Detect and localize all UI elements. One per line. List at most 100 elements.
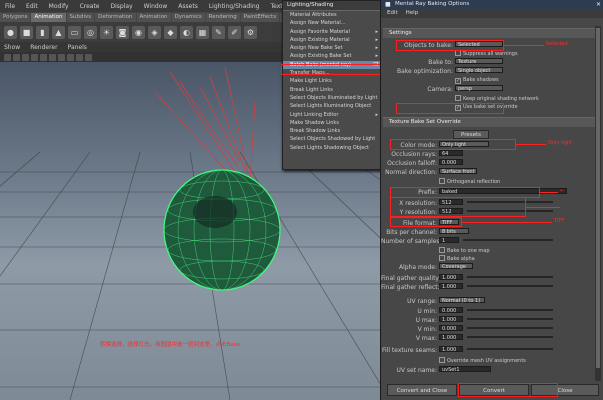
occlusion-rays-field[interactable]: 64 xyxy=(439,150,463,157)
scrollbar-thumb[interactable] xyxy=(596,28,600,368)
menu-item-make-shadow-links[interactable]: Make Shadow Links xyxy=(283,119,381,127)
orthogonal-checkbox[interactable]: Orthogonal reflection xyxy=(439,178,500,185)
fill-seams-field[interactable]: 1.000 xyxy=(439,346,463,353)
isolate-icon[interactable] xyxy=(76,53,83,61)
shelf-tab-rendering[interactable]: Rendering xyxy=(205,12,240,22)
menu-assets[interactable]: Assets xyxy=(173,3,203,10)
smooth-shade-icon[interactable] xyxy=(40,53,47,61)
number-of-samples-field[interactable]: 1 xyxy=(439,237,459,244)
cylinder-icon[interactable]: ▮ xyxy=(36,25,49,39)
shelf-tab-subdivs[interactable]: Subdivs xyxy=(66,12,95,22)
select-camera-icon[interactable] xyxy=(4,53,11,61)
u-max-field[interactable]: 1.000 xyxy=(439,316,463,323)
final-gather-quality-field[interactable]: 1.000 xyxy=(439,274,463,281)
final-gather-reflect-field[interactable]: 1.000 xyxy=(439,283,463,290)
occlusion-falloff-field[interactable]: 0.000 xyxy=(439,159,463,166)
menu-item-break-shadow-links[interactable]: Break Shadow Links xyxy=(283,127,381,135)
menu-item-assign-existing-bake-set[interactable]: Assign Existing Bake Set ▸ xyxy=(283,52,381,60)
suppress-warnings-checkbox[interactable]: Suppress all warnings xyxy=(455,50,518,57)
normal-direction-select[interactable]: Surface front xyxy=(439,168,477,175)
uv-set-name-field[interactable]: uvSet1 xyxy=(439,366,491,373)
menu-item-make-light-links[interactable]: Make Light Links xyxy=(283,77,381,85)
grid-icon[interactable] xyxy=(22,53,29,61)
u-min-field[interactable]: 0.000 xyxy=(439,307,463,314)
settings-section-header[interactable]: Settings xyxy=(383,28,599,38)
torus-icon[interactable]: ◎ xyxy=(84,25,97,39)
plane-icon[interactable]: ▭ xyxy=(68,25,81,39)
render-icon[interactable]: ◉ xyxy=(132,25,145,39)
menu-title[interactable]: Lighting/Shading xyxy=(283,1,381,11)
bake-to-select[interactable]: Texture xyxy=(455,58,503,65)
shadows-icon[interactable] xyxy=(67,53,74,61)
ipr-icon[interactable]: ◈ xyxy=(148,25,161,39)
override-section-header[interactable]: Texture Bake Set Override xyxy=(383,117,599,127)
menu-item-select-lights-shadowing-object[interactable]: Select Lights Shadowing Object xyxy=(283,144,381,152)
settings-icon[interactable]: ⚙ xyxy=(244,25,257,39)
bake-alpha-checkbox[interactable]: Bake alpha xyxy=(439,255,475,262)
menu-item-material-attributes[interactable]: Material Attributes xyxy=(283,11,381,19)
bits-per-channel-select[interactable]: 8 bits xyxy=(439,228,469,235)
alpha-mode-select[interactable]: Coverage xyxy=(439,263,473,270)
convert-and-close-button[interactable]: Convert and Close xyxy=(387,384,457,396)
menu-item-assign-new-bake-set[interactable]: Assign New Bake Set ▸ xyxy=(283,44,381,52)
menu-window[interactable]: Window xyxy=(139,3,173,10)
v-min-field[interactable]: 0.000 xyxy=(439,325,463,332)
keep-original-checkbox[interactable]: Keep original shading network xyxy=(455,95,539,102)
bake-optimization-select[interactable]: Single object xyxy=(455,67,503,74)
v-min-slider[interactable] xyxy=(467,327,553,329)
paint-icon[interactable]: ✎ xyxy=(212,25,225,39)
viewport-menu-panels[interactable]: Panels xyxy=(68,44,87,51)
light-icon[interactable]: ☀ xyxy=(100,25,113,39)
menu-item-select-objects-illuminated-by-light[interactable]: Select Objects Illuminated by Light xyxy=(283,94,381,102)
cube-icon[interactable]: ■ xyxy=(20,25,33,39)
final-gather-reflect-slider[interactable] xyxy=(467,285,553,287)
u-max-slider[interactable] xyxy=(467,318,553,320)
samples-slider[interactable] xyxy=(463,239,553,241)
menu-create[interactable]: Create xyxy=(75,3,105,10)
v-max-field[interactable]: 1.000 xyxy=(439,334,463,341)
viewport-menu-renderer[interactable]: Renderer xyxy=(30,44,57,51)
shelf-tab-animation[interactable]: Animation xyxy=(136,12,171,22)
menu-item-assign-existing-material[interactable]: Assign Existing Material ▸ xyxy=(283,36,381,44)
menu-item-break-light-links[interactable]: Break Light Links xyxy=(283,86,381,94)
wireframe-icon[interactable] xyxy=(31,53,38,61)
fill-seams-slider[interactable] xyxy=(467,348,553,350)
hypershade-icon[interactable]: ◆ xyxy=(164,25,177,39)
textured-icon[interactable] xyxy=(49,53,56,61)
menu-lighting-shading[interactable]: Lighting/Shading xyxy=(204,3,265,10)
final-gather-quality-slider[interactable] xyxy=(467,276,553,278)
menu-help[interactable]: Help xyxy=(406,9,419,18)
material-icon[interactable]: ◐ xyxy=(180,25,193,39)
menu-edit[interactable]: Edit xyxy=(387,9,398,18)
shelf-tab-animation[interactable]: Animation xyxy=(31,12,66,22)
shelf-tab-painteffects[interactable]: PaintEffects xyxy=(240,12,280,22)
u-min-slider[interactable] xyxy=(467,309,553,311)
shelf-tab-dynamics[interactable]: Dynamics xyxy=(171,12,205,22)
sphere-icon[interactable]: ● xyxy=(4,25,17,39)
menu-display[interactable]: Display xyxy=(106,3,138,10)
presets-button[interactable]: Presets xyxy=(453,130,489,139)
menu-file[interactable]: File xyxy=(0,3,20,10)
scrollbar[interactable] xyxy=(595,26,601,381)
menu-item-select-objects-shadowed-by-light[interactable]: Select Objects Shadowed by Light xyxy=(283,135,381,143)
menu-item-light-linking-editor[interactable]: Light Linking Editor ▸ xyxy=(283,111,381,119)
bake-to-one-map-checkbox[interactable]: Bake to one map xyxy=(439,247,490,254)
camera-select[interactable]: persp xyxy=(455,85,503,92)
menu-item-assign-favorite-material[interactable]: Assign Favorite Material ▸ xyxy=(283,28,381,36)
uv-range-select[interactable]: Normal (0 to 1) xyxy=(439,297,485,304)
menu-modify[interactable]: Modify xyxy=(44,3,74,10)
xray-icon[interactable] xyxy=(85,53,92,61)
menu-edit[interactable]: Edit xyxy=(21,3,43,10)
texture-icon[interactable]: ▦ xyxy=(196,25,209,39)
override-uv-checkbox[interactable]: Override mesh UV assignments xyxy=(439,357,526,364)
bookmark-icon[interactable] xyxy=(13,53,20,61)
bake-shadows-checkbox[interactable]: ✓ Bake shadows xyxy=(455,77,499,84)
menu-item-assign-new-material[interactable]: Assign New Material... xyxy=(283,19,381,27)
menu-item-select-lights-illuminating-object[interactable]: Select Lights Illuminating Object xyxy=(283,102,381,110)
v-max-slider[interactable] xyxy=(467,336,553,338)
viewport-menu-show[interactable]: Show xyxy=(4,44,20,51)
close-icon[interactable]: ✕ xyxy=(596,0,601,9)
brush-icon[interactable]: ✐ xyxy=(228,25,241,39)
shelf-tab-polygons[interactable]: Polygons xyxy=(0,12,31,22)
cone-icon[interactable]: ▲ xyxy=(52,25,65,39)
